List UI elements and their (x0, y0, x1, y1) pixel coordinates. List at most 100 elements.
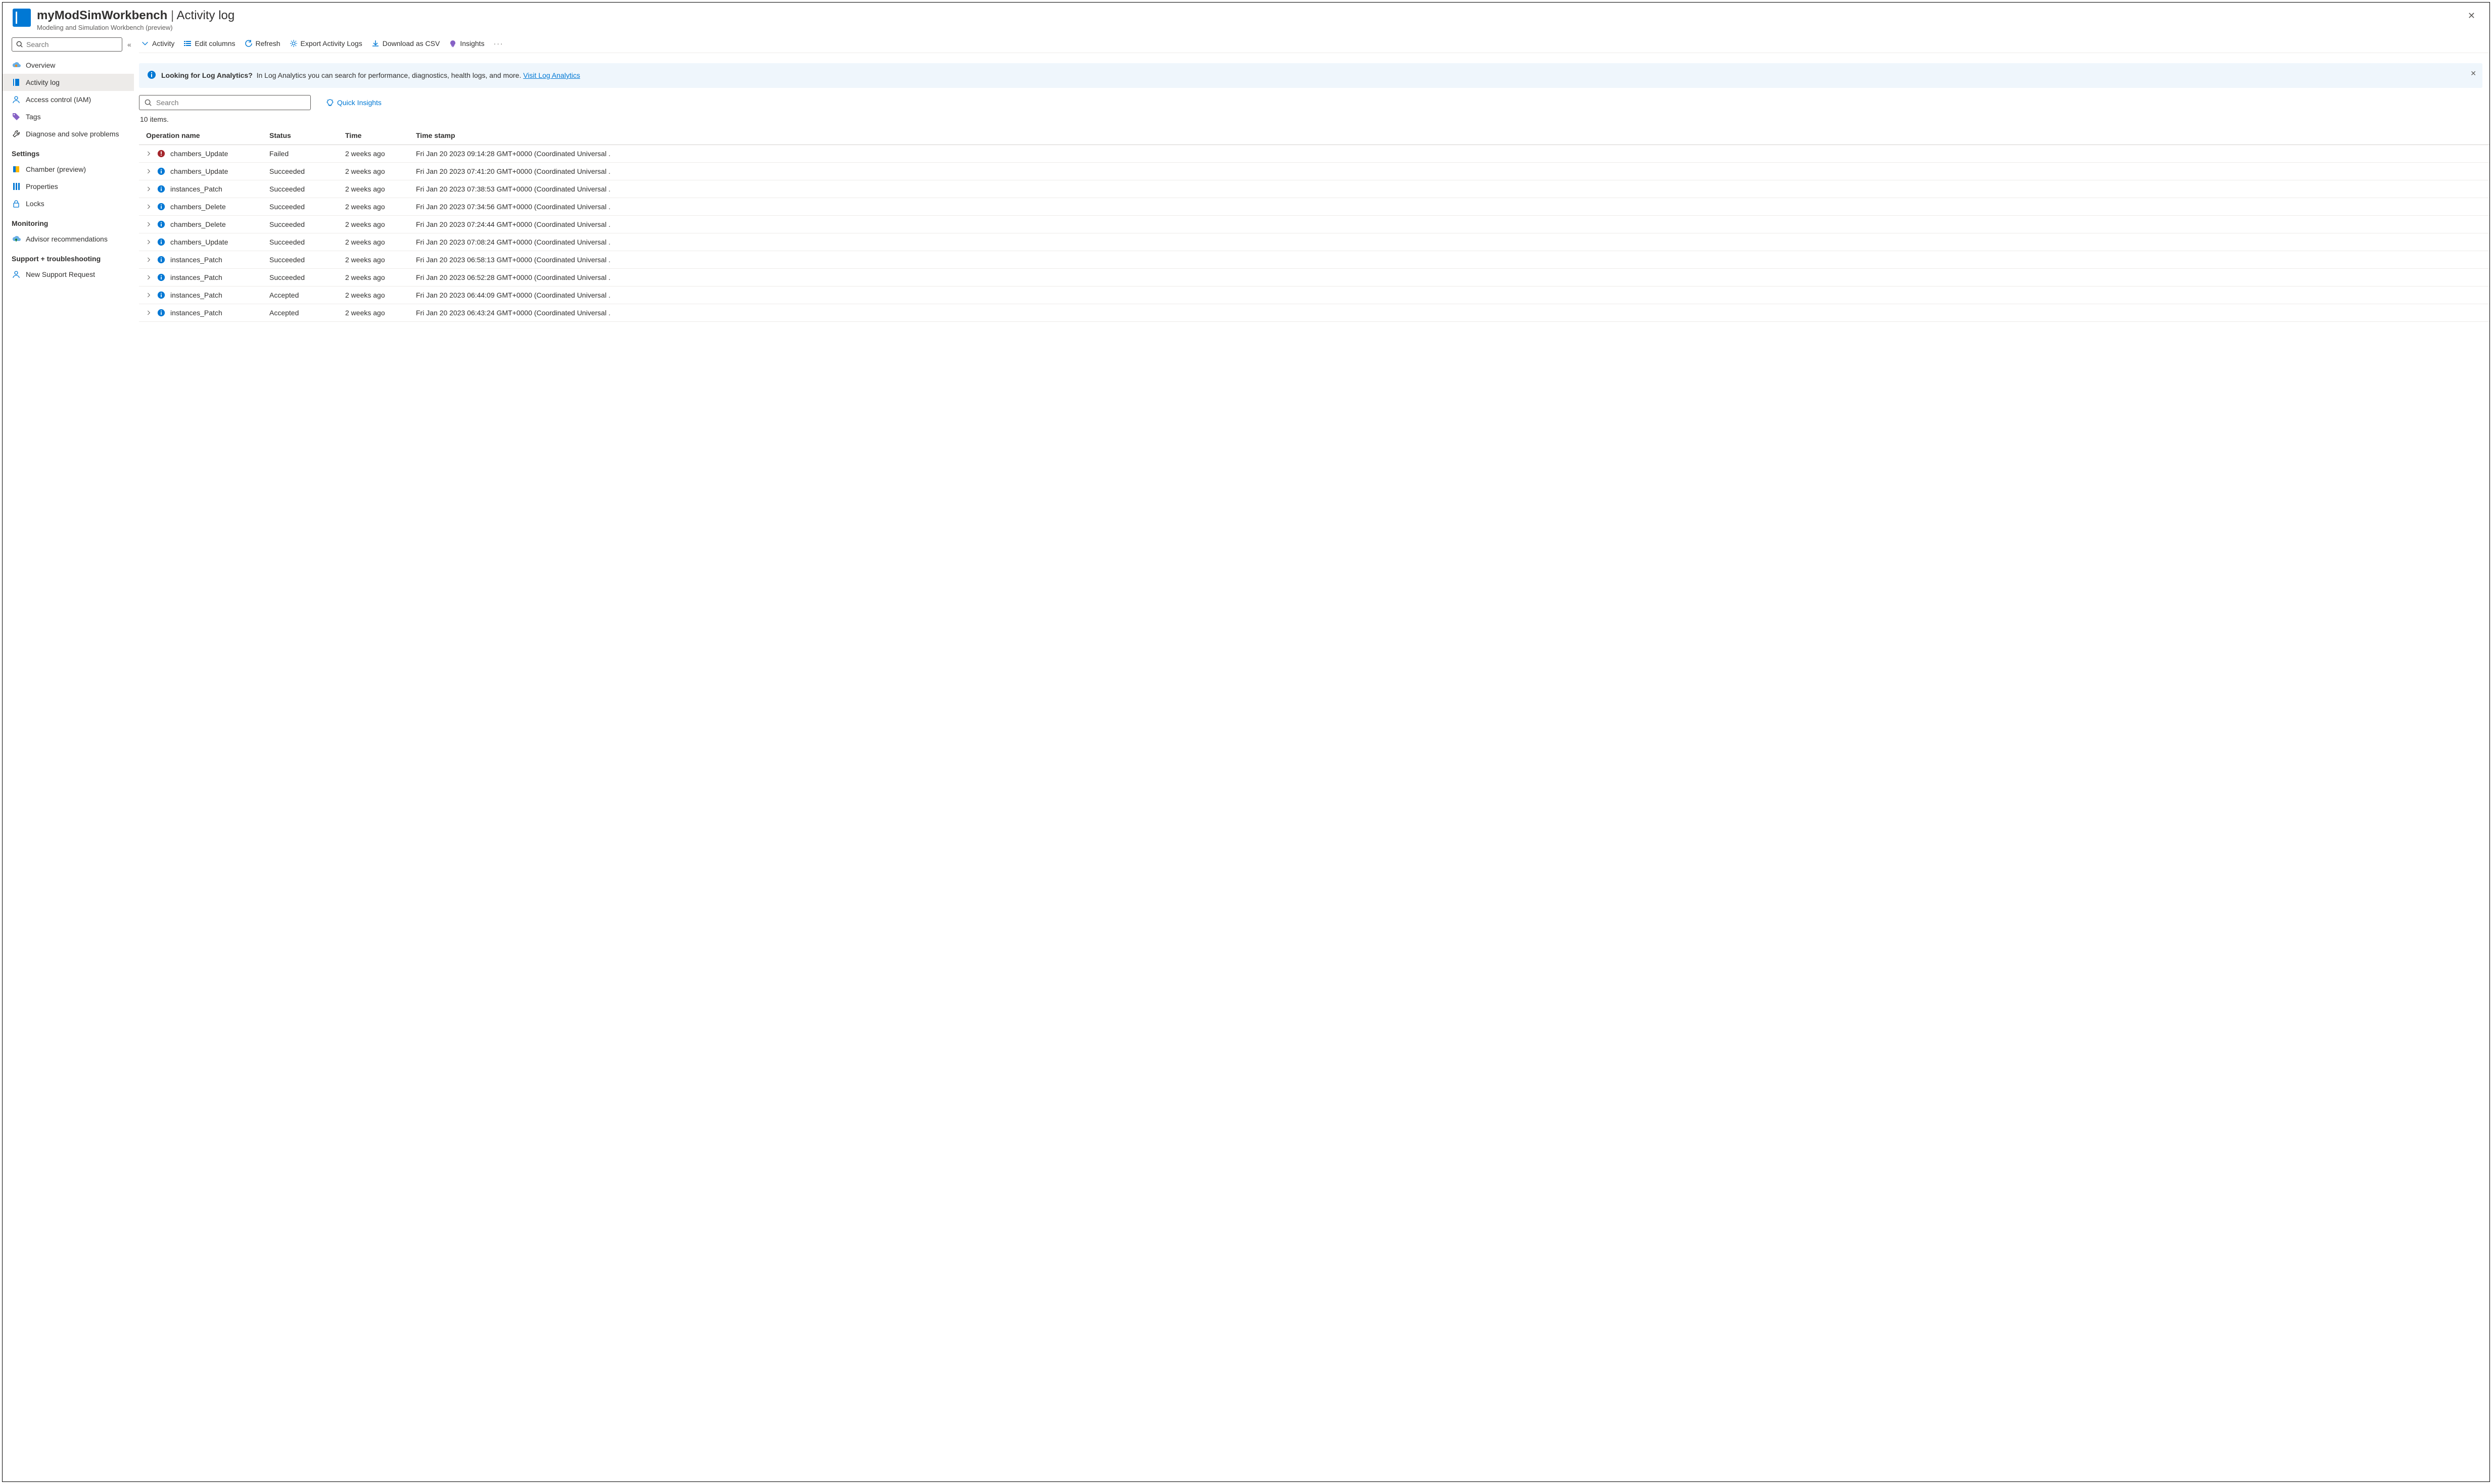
time-cell: 2 weeks ago (341, 304, 412, 322)
expand-row-icon[interactable] (146, 221, 152, 227)
time-cell: 2 weeks ago (341, 163, 412, 180)
column-header-time[interactable]: Time (341, 126, 412, 145)
sidebar-item-properties[interactable]: Properties (3, 178, 134, 195)
expand-row-icon[interactable] (146, 239, 152, 245)
table-row[interactable]: chambers_UpdateSucceeded2 weeks agoFri J… (139, 163, 2489, 180)
info-icon (157, 220, 165, 228)
locks-icon (12, 199, 21, 208)
activity-log-search-input[interactable] (156, 99, 305, 107)
expand-row-icon[interactable] (146, 257, 152, 263)
download-icon (371, 39, 380, 47)
info-icon (157, 273, 165, 281)
expand-row-icon[interactable] (146, 151, 152, 157)
info-icon (157, 256, 165, 264)
banner-title: Looking for Log Analytics? (161, 71, 253, 79)
sidebar-item-diagnose-and-solve-problems[interactable]: Diagnose and solve problems (3, 125, 134, 142)
table-row[interactable]: chambers_DeleteSucceeded2 weeks agoFri J… (139, 216, 2489, 233)
refresh-button[interactable]: Refresh (245, 39, 280, 47)
info-icon (157, 291, 165, 299)
visit-log-analytics-link[interactable]: Visit Log Analytics (523, 71, 580, 79)
sidebar-item-label: Advisor recommendations (26, 235, 108, 243)
download-csv-button[interactable]: Download as CSV (371, 39, 440, 47)
time-cell: 2 weeks ago (341, 233, 412, 251)
sidebar-item-new-support-request[interactable]: New Support Request (3, 266, 134, 283)
sidebar-item-label: New Support Request (26, 270, 95, 278)
sidebar: « Overview Activity log Access control (IA… (3, 35, 134, 1481)
activity-log-icon (12, 78, 21, 87)
sidebar-item-activity-log[interactable]: Activity log (3, 74, 134, 91)
expand-row-icon[interactable] (146, 204, 152, 210)
sidebar-item-label: Access control (IAM) (26, 95, 91, 104)
expand-row-icon[interactable] (146, 292, 152, 298)
more-commands-button[interactable]: ··· (494, 39, 504, 47)
time-cell: 2 weeks ago (341, 286, 412, 304)
status-cell: Accepted (265, 304, 341, 322)
timestamp-cell: Fri Jan 20 2023 06:43:24 GMT+0000 (Coord… (412, 304, 2489, 322)
sidebar-search-input[interactable] (26, 40, 118, 49)
nav-group-header: Settings (3, 142, 134, 161)
refresh-icon (245, 39, 253, 47)
expand-row-icon[interactable] (146, 186, 152, 192)
status-cell: Failed (265, 145, 341, 163)
insights-button[interactable]: Insights (449, 39, 484, 47)
table-row[interactable]: instances_PatchSucceeded2 weeks agoFri J… (139, 180, 2489, 198)
operation-name: chambers_Delete (170, 220, 226, 228)
sidebar-item-label: Chamber (preview) (26, 165, 86, 173)
operation-name: chambers_Update (170, 167, 228, 175)
expand-row-icon[interactable] (146, 168, 152, 174)
sidebar-item-label: Overview (26, 61, 55, 69)
access-control-icon (12, 95, 21, 104)
timestamp-cell: Fri Jan 20 2023 07:38:53 GMT+0000 (Coord… (412, 180, 2489, 198)
banner-close-button[interactable]: ✕ (2470, 69, 2476, 78)
sidebar-item-label: Activity log (26, 78, 60, 86)
column-header-timestamp[interactable]: Time stamp (412, 126, 2489, 145)
search-icon (145, 99, 152, 107)
info-icon (157, 203, 165, 211)
sidebar-item-tags[interactable]: Tags (3, 108, 134, 125)
status-cell: Succeeded (265, 163, 341, 180)
sidebar-item-chamber-preview[interactable]: Chamber (preview) (3, 161, 134, 178)
table-row[interactable]: instances_PatchSucceeded2 weeks agoFri J… (139, 251, 2489, 269)
table-row[interactable]: instances_Patch Accepted2 weeks agoFri Ja… (139, 304, 2489, 322)
close-button[interactable]: ✕ (2464, 9, 2479, 23)
operation-name: instances_Patch (170, 309, 222, 317)
time-cell: 2 weeks ago (341, 180, 412, 198)
operation-name: instances_Patch (170, 273, 222, 281)
timestamp-cell: Fri Jan 20 2023 07:08:24 GMT+0000 (Coord… (412, 233, 2489, 251)
info-icon (147, 70, 156, 79)
diagnose-icon (12, 129, 21, 138)
status-cell: Succeeded (265, 216, 341, 233)
operation-name: instances_Patch (170, 291, 222, 299)
page-title: myModSimWorkbench | Activity log (37, 9, 2464, 23)
timestamp-cell: Fri Jan 20 2023 07:24:44 GMT+0000 (Coord… (412, 216, 2489, 233)
table-row[interactable]: instances_PatchAccepted2 weeks agoFri Ja… (139, 286, 2489, 304)
sidebar-item-label: Properties (26, 182, 58, 190)
export-activity-logs-button[interactable]: Export Activity Logs (290, 39, 362, 47)
sidebar-search[interactable] (12, 37, 122, 52)
chamber-icon (12, 165, 21, 174)
sidebar-item-advisor-recommendations[interactable]: Advisor recommendations (3, 230, 134, 248)
sidebar-item-overview[interactable]: Overview (3, 57, 134, 74)
expand-row-icon[interactable] (146, 274, 152, 280)
table-row[interactable]: chambers_UpdateSucceeded2 weeks agoFri J… (139, 233, 2489, 251)
status-cell: Succeeded (265, 198, 341, 216)
timestamp-cell: Fri Jan 20 2023 09:14:28 GMT+0000 (Coord… (412, 145, 2489, 163)
activity-filter-button[interactable]: Activity (141, 39, 174, 47)
sidebar-item-locks[interactable]: Locks (3, 195, 134, 212)
info-icon (157, 238, 165, 246)
column-header-operation[interactable]: Operation name (139, 126, 265, 145)
status-cell: Succeeded (265, 251, 341, 269)
blade-header: myModSimWorkbench | Activity log Modelin… (3, 3, 2489, 35)
sidebar-item-label: Diagnose and solve problems (26, 130, 119, 138)
sidebar-item-access-control-iam[interactable]: Access control (IAM) (3, 91, 134, 108)
quick-insights-button[interactable]: Quick Insights (326, 99, 382, 107)
table-row[interactable]: chambers_UpdateFailed2 weeks agoFri Jan … (139, 145, 2489, 163)
edit-columns-button[interactable]: Edit columns (183, 39, 235, 47)
activity-log-search[interactable] (139, 95, 311, 110)
properties-icon (12, 182, 21, 191)
table-row[interactable]: instances_PatchSucceeded2 weeks agoFri J… (139, 269, 2489, 286)
table-row[interactable]: chambers_DeleteSucceeded2 weeks agoFri J… (139, 198, 2489, 216)
collapse-sidebar-button[interactable]: « (127, 40, 131, 49)
expand-row-icon[interactable] (146, 310, 152, 316)
column-header-status[interactable]: Status (265, 126, 341, 145)
